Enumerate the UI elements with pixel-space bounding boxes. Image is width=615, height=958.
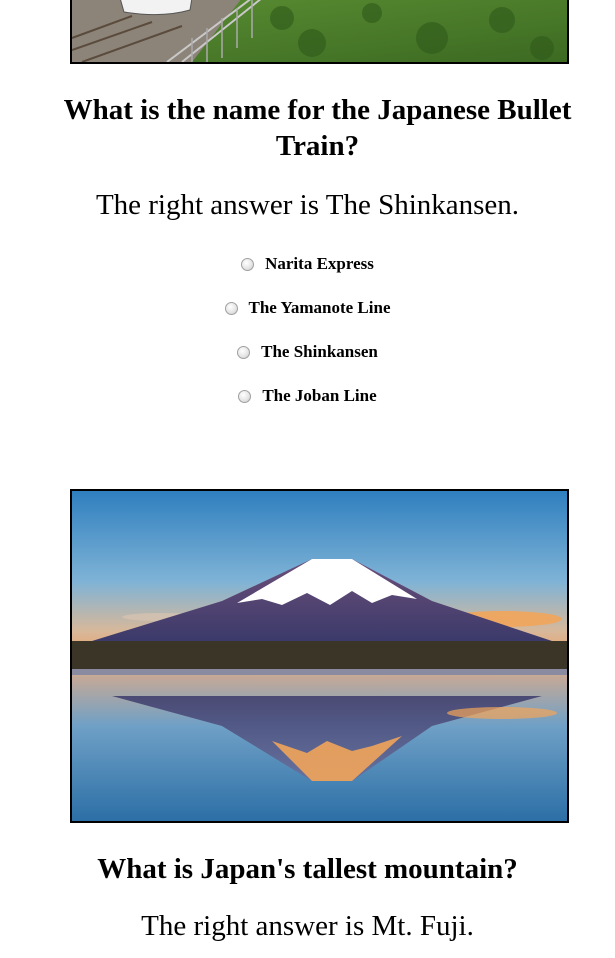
answer-text: The right answer is Mt. Fuji.: [141, 910, 474, 942]
bullet-train-photo: [70, 0, 569, 64]
radio-button[interactable]: [237, 345, 251, 359]
option-label: Narita Express: [265, 254, 374, 273]
question-title: What is Japan's tallest mountain?: [97, 853, 518, 885]
option-yamanote-line[interactable]: The Yamanote Line: [0, 296, 615, 320]
question-title: What is the name for the Japanese Bullet…: [63, 94, 572, 162]
radio-button[interactable]: [238, 389, 252, 403]
option-shinkansen[interactable]: The Shinkansen: [0, 340, 615, 364]
option-label: The Joban Line: [262, 386, 377, 405]
answer-text: The right answer is The Shinkansen.: [95, 189, 520, 221]
radio-button[interactable]: [241, 257, 255, 271]
option-narita-express[interactable]: Narita Express: [0, 252, 615, 276]
option-label: The Shinkansen: [261, 342, 378, 361]
radio-button[interactable]: [224, 301, 238, 315]
option-joban-line[interactable]: The Joban Line: [0, 384, 615, 408]
mount-fuji-photo: [70, 489, 569, 823]
option-label: The Yamanote Line: [248, 298, 391, 317]
quiz-page: What is the name for the Japanese Bullet…: [0, 0, 615, 958]
